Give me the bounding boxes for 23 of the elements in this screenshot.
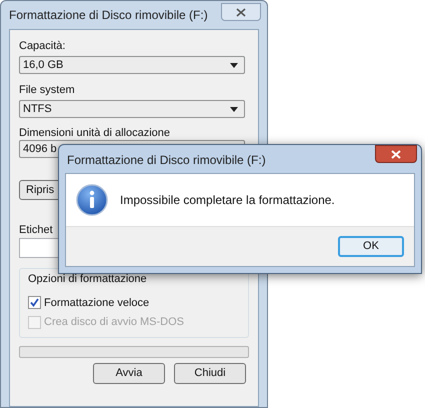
dropdown[interactable]: 16,0 GB [19, 56, 245, 74]
field-label: Dimensioni unità di allocazione [19, 126, 172, 140]
dropdown[interactable]: NTFS [19, 100, 245, 118]
dialog-button[interactable]: OK [338, 236, 404, 257]
caret-icon [230, 62, 238, 68]
info-icon [76, 184, 108, 216]
group-title: Opzioni di formattazione [28, 272, 148, 287]
field-label: Etichet [19, 223, 54, 238]
dialog-button[interactable]: Chiudi [174, 362, 246, 384]
dialog-title: Formattazione di Disco rimovibile (F:) [67, 152, 266, 169]
dialog-button[interactable]: Avvia [93, 362, 165, 384]
field-label: File system [19, 83, 76, 98]
window-title: Formattazione di Disco rimovibile (F:) [9, 7, 208, 24]
checkbox-label: Crea disco di avvio MS-DOS [44, 315, 184, 330]
checkbox-label: Formattazione veloce [44, 296, 150, 310]
close-button[interactable] [221, 3, 261, 21]
field-label: Capacità: [19, 39, 66, 54]
close-icon [236, 8, 246, 16]
message-text: Impossibile completare la formattazione. [120, 192, 335, 209]
checkbox[interactable] [28, 296, 41, 310]
close-button[interactable] [375, 145, 417, 163]
close-icon [391, 150, 401, 158]
caret-icon [230, 106, 238, 112]
